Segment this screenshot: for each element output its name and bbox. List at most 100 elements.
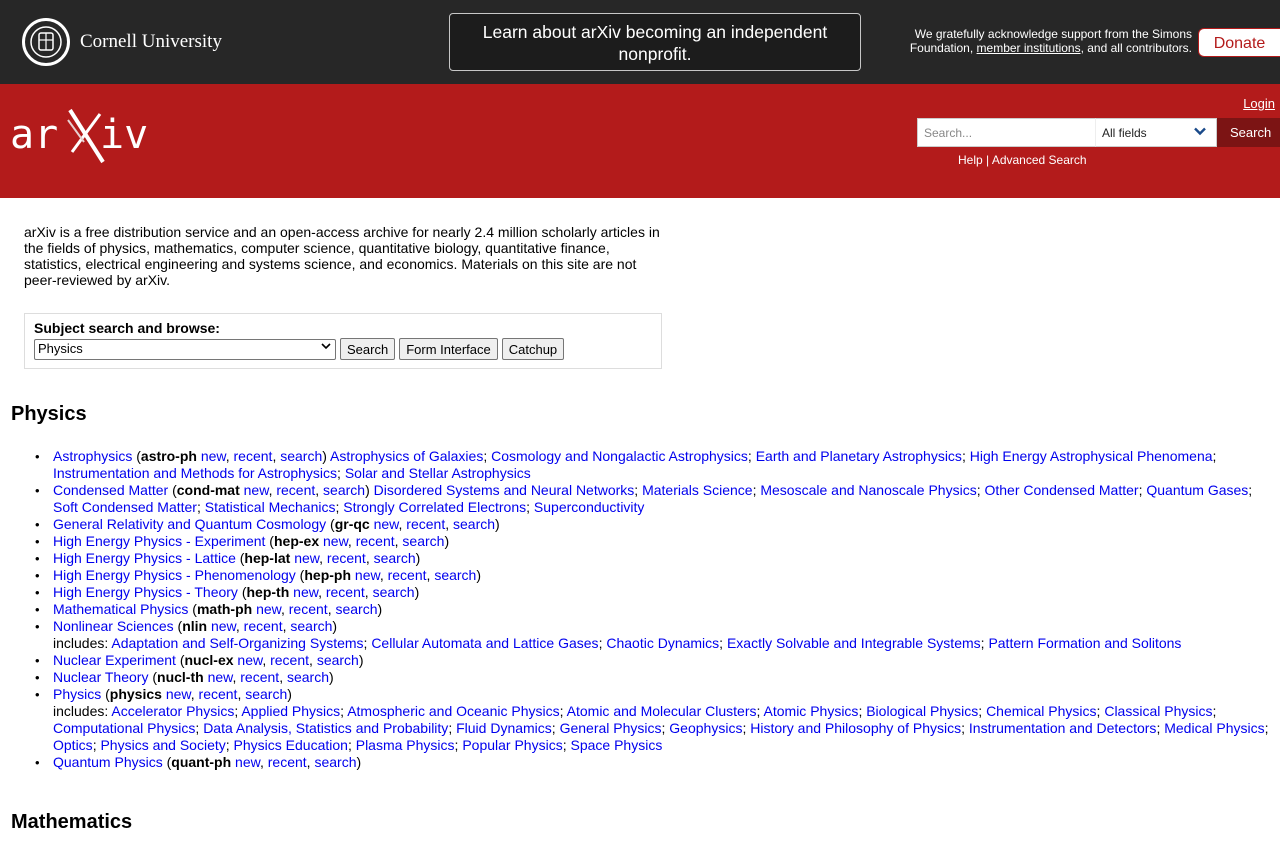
subcategory-link[interactable]: Exactly Solvable and Integrable Systems <box>727 635 981 651</box>
archive-recent-link[interactable]: recent <box>356 533 395 549</box>
archive-search-link[interactable]: search <box>335 601 377 617</box>
subcategory-link[interactable]: Disordered Systems and Neural Networks <box>374 482 635 498</box>
search-input[interactable] <box>917 118 1095 147</box>
subcategory-link[interactable]: Optics <box>53 737 93 753</box>
archive-link[interactable]: Nuclear Experiment <box>53 652 176 668</box>
archive-recent-link[interactable]: recent <box>276 482 315 498</box>
archive-link[interactable]: Mathematical Physics <box>53 601 188 617</box>
archive-new-link[interactable]: new <box>244 482 269 498</box>
subcategory-link[interactable]: Popular Physics <box>462 737 562 753</box>
archive-new-link[interactable]: new <box>355 567 380 583</box>
subcategory-link[interactable]: Medical Physics <box>1164 720 1264 736</box>
archive-new-link[interactable]: new <box>294 550 319 566</box>
archive-new-link[interactable]: new <box>201 448 226 464</box>
subcategory-link[interactable]: Materials Science <box>642 482 753 498</box>
cornell-logo-link[interactable]: Cornell University <box>22 18 222 66</box>
archive-search-link[interactable]: search <box>317 652 359 668</box>
archive-link[interactable]: Condensed Matter <box>53 482 168 498</box>
subcategory-link[interactable]: Atomic and Molecular Clusters <box>567 703 757 719</box>
archive-recent-link[interactable]: recent <box>327 550 366 566</box>
subcategory-link[interactable]: Space Physics <box>571 737 663 753</box>
advanced-search-link[interactable]: Advanced Search <box>992 153 1087 167</box>
archive-new-link[interactable]: new <box>374 516 399 532</box>
subcategory-link[interactable]: Strongly Correlated Electrons <box>343 499 526 515</box>
archive-search-link[interactable]: search <box>373 584 415 600</box>
subject-search-button[interactable]: Search <box>340 338 396 360</box>
archive-search-link[interactable]: search <box>323 482 365 498</box>
search-field-select[interactable]: All fields <box>1095 118 1217 147</box>
subcategory-link[interactable]: Classical Physics <box>1104 703 1212 719</box>
archive-new-link[interactable]: new <box>293 584 318 600</box>
subcategory-link[interactable]: Solar and Stellar Astrophysics <box>345 465 531 481</box>
catchup-button[interactable]: Catchup <box>501 338 565 360</box>
donate-button[interactable]: Donate <box>1198 28 1280 57</box>
archive-search-link[interactable]: search <box>434 567 476 583</box>
archive-link[interactable]: High Energy Physics - Lattice <box>53 550 236 566</box>
subcategory-link[interactable]: Astrophysics of Galaxies <box>330 448 483 464</box>
archive-recent-link[interactable]: recent <box>289 601 328 617</box>
subcategory-link[interactable]: Cosmology and Nongalactic Astrophysics <box>491 448 748 464</box>
archive-recent-link[interactable]: recent <box>326 584 365 600</box>
archive-recent-link[interactable]: recent <box>244 618 283 634</box>
subcategory-link[interactable]: Other Condensed Matter <box>984 482 1138 498</box>
archive-link[interactable]: Nonlinear Sciences <box>53 618 174 634</box>
help-link[interactable]: Help <box>958 153 983 167</box>
subcategory-link[interactable]: Computational Physics <box>53 720 195 736</box>
subcategory-link[interactable]: Adaptation and Self-Organizing Systems <box>111 635 363 651</box>
subcategory-link[interactable]: Chemical Physics <box>986 703 1096 719</box>
subcategory-link[interactable]: Applied Physics <box>241 703 340 719</box>
nonprofit-banner-link[interactable]: Learn about arXiv becoming an independen… <box>449 13 861 71</box>
form-interface-button[interactable]: Form Interface <box>399 338 498 360</box>
subcategory-link[interactable]: High Energy Astrophysical Phenomena <box>970 448 1213 464</box>
subcategory-link[interactable]: Superconductivity <box>534 499 645 515</box>
subcategory-link[interactable]: Instrumentation and Methods for Astrophy… <box>53 465 337 481</box>
subcategory-link[interactable]: Fluid Dynamics <box>456 720 552 736</box>
subcategory-link[interactable]: Data Analysis, Statistics and Probabilit… <box>203 720 448 736</box>
archive-new-link[interactable]: new <box>166 686 191 702</box>
archive-new-link[interactable]: new <box>323 533 348 549</box>
subcategory-link[interactable]: Chaotic Dynamics <box>606 635 719 651</box>
subcategory-link[interactable]: Plasma Physics <box>356 737 455 753</box>
subcategory-link[interactable]: Geophysics <box>669 720 742 736</box>
archive-search-link[interactable]: search <box>280 448 322 464</box>
subcategory-link[interactable]: Biological Physics <box>866 703 978 719</box>
archive-recent-link[interactable]: recent <box>268 754 307 770</box>
subcategory-link[interactable]: Statistical Mechanics <box>205 499 336 515</box>
subcategory-link[interactable]: Soft Condensed Matter <box>53 499 197 515</box>
archive-link[interactable]: High Energy Physics - Phenomenology <box>53 567 296 583</box>
subcategory-link[interactable]: Cellular Automata and Lattice Gases <box>371 635 598 651</box>
archive-link[interactable]: General Relativity and Quantum Cosmology <box>53 516 326 532</box>
subcategory-link[interactable]: Atomic Physics <box>764 703 859 719</box>
member-institutions-link[interactable]: member institutions <box>977 41 1081 55</box>
archive-recent-link[interactable]: recent <box>270 652 309 668</box>
archive-search-link[interactable]: search <box>287 669 329 685</box>
subcategory-link[interactable]: Physics and Society <box>100 737 225 753</box>
subcategory-link[interactable]: Mesoscale and Nanoscale Physics <box>760 482 976 498</box>
subcategory-link[interactable]: Physics Education <box>234 737 348 753</box>
archive-new-link[interactable]: new <box>211 618 236 634</box>
archive-recent-link[interactable]: recent <box>240 669 279 685</box>
archive-link[interactable]: Astrophysics <box>53 448 132 464</box>
subcategory-link[interactable]: Atmospheric and Oceanic Physics <box>347 703 559 719</box>
subcategory-link[interactable]: General Physics <box>560 720 662 736</box>
search-button[interactable]: Search <box>1217 118 1280 147</box>
archive-search-link[interactable]: search <box>290 618 332 634</box>
archive-search-link[interactable]: search <box>402 533 444 549</box>
archive-recent-link[interactable]: recent <box>406 516 445 532</box>
archive-recent-link[interactable]: recent <box>199 686 238 702</box>
subcategory-link[interactable]: Pattern Formation and Solitons <box>988 635 1181 651</box>
subcategory-link[interactable]: Quantum Gases <box>1146 482 1248 498</box>
archive-new-link[interactable]: new <box>235 754 260 770</box>
archive-search-link[interactable]: search <box>314 754 356 770</box>
archive-link[interactable]: Nuclear Theory <box>53 669 148 685</box>
archive-recent-link[interactable]: recent <box>234 448 273 464</box>
archive-recent-link[interactable]: recent <box>388 567 427 583</box>
subcategory-link[interactable]: Instrumentation and Detectors <box>969 720 1157 736</box>
subject-select[interactable]: Physics <box>34 338 336 360</box>
archive-new-link[interactable]: new <box>256 601 281 617</box>
archive-link[interactable]: Quantum Physics <box>53 754 163 770</box>
subcategory-link[interactable]: Accelerator Physics <box>111 703 234 719</box>
subcategory-link[interactable]: Earth and Planetary Astrophysics <box>756 448 962 464</box>
archive-search-link[interactable]: search <box>374 550 416 566</box>
archive-new-link[interactable]: new <box>208 669 233 685</box>
